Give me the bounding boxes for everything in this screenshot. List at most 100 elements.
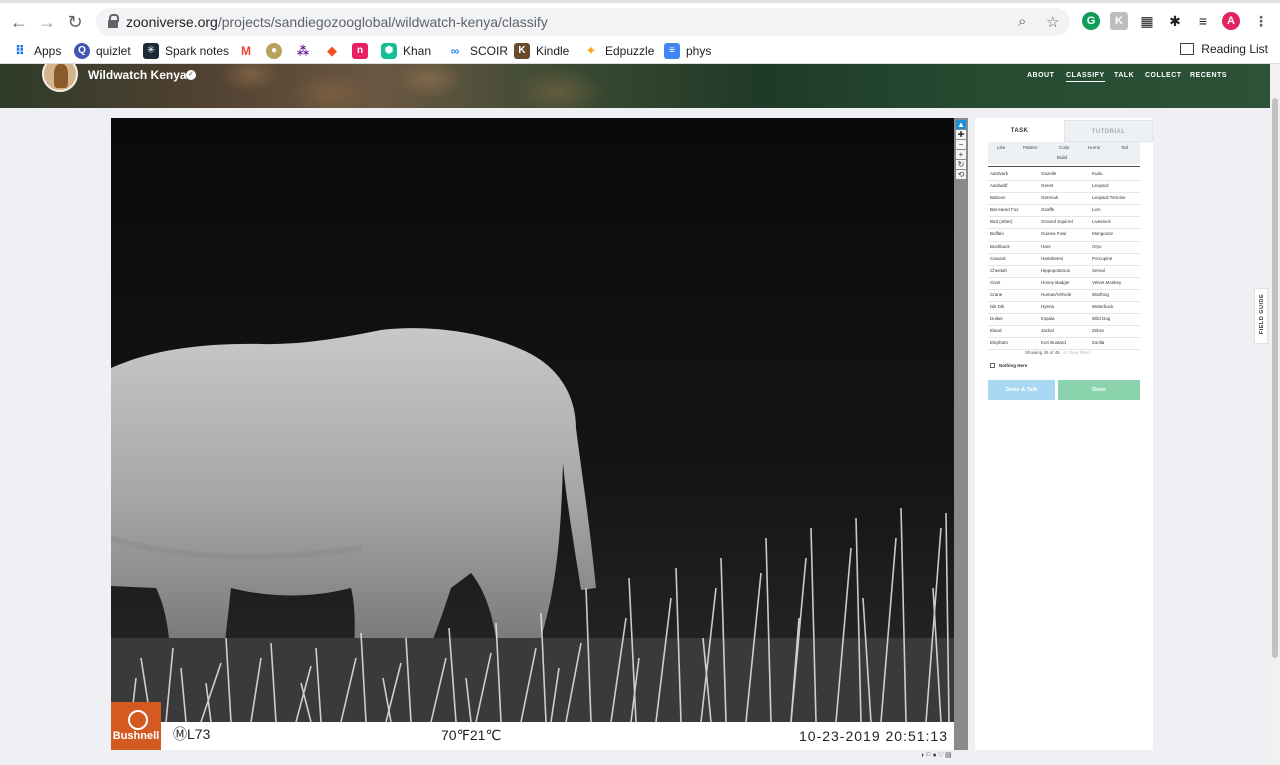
bookmark-phys[interactable]: ≡ phys <box>664 42 711 60</box>
zoom-in-icon[interactable]: + <box>956 150 966 159</box>
bookmark-seal[interactable]: ● <box>266 42 288 60</box>
species-choice[interactable]: Leopard <box>1092 183 1109 188</box>
done-button[interactable]: Done <box>1058 380 1140 400</box>
pointer-tool-icon[interactable]: ▲ <box>956 120 966 129</box>
species-choice[interactable]: Velvet Monkey <box>1092 280 1121 285</box>
species-choice[interactable]: Crane <box>990 292 1002 297</box>
menu-kebab-icon[interactable]: ⋮ <box>1252 12 1270 30</box>
bookmark-edpuzzle[interactable]: ✦ Edpuzzle <box>583 42 654 60</box>
species-choice[interactable]: Human/Vehicle <box>1041 292 1071 297</box>
field-guide-tab[interactable]: FIELD GUIDE <box>1254 288 1268 344</box>
species-choice[interactable]: Dik Dik <box>990 304 1004 309</box>
species-choice[interactable]: Leopard Tortoise <box>1092 195 1125 200</box>
species-choice[interactable]: Civet <box>990 280 1000 285</box>
reset-icon[interactable]: ⟲ <box>956 170 966 179</box>
filter-pattern[interactable]: Pattern <box>1023 145 1038 150</box>
species-choice[interactable]: Mongoose <box>1092 231 1113 236</box>
species-choice[interactable]: Jackal <box>1041 328 1054 333</box>
bookmark-khan[interactable]: ⬢ Khan <box>381 42 431 60</box>
nav-collect[interactable]: COLLECT <box>1145 72 1182 79</box>
extensions-puzzle-icon[interactable]: ✱ <box>1166 12 1184 30</box>
bookmark-star-icon[interactable]: ☆ <box>1046 13 1059 31</box>
bookmark-scoir[interactable]: ∞ SCOIR <box>446 42 508 60</box>
nav-classify[interactable]: CLASSIFY <box>1066 72 1105 82</box>
species-choice[interactable]: Cheetah <box>990 268 1007 273</box>
bookmark-diamond[interactable]: ◆ <box>324 42 346 60</box>
bookmark-dots[interactable]: ⁂ <box>295 42 317 60</box>
species-choice[interactable]: Serval <box>1092 268 1105 273</box>
zoom-icon[interactable]: ⌕ <box>1018 13 1026 30</box>
nav-about[interactable]: ABOUT <box>1027 72 1054 79</box>
reading-list-button[interactable]: Reading List <box>1180 42 1268 56</box>
species-choice[interactable]: Zorilla <box>1092 340 1104 345</box>
bookmark-quizlet[interactable]: Qquizlet <box>74 42 131 60</box>
species-choice[interactable]: Hartebeest <box>1041 256 1063 261</box>
species-choice[interactable]: Bushbuck <box>990 244 1010 249</box>
species-choice[interactable]: Eland <box>990 328 1002 333</box>
species-choice[interactable]: Warthog <box>1092 292 1109 297</box>
species-choice[interactable]: Ground Squirrel <box>1041 219 1073 224</box>
bookmark-gmail[interactable]: M <box>238 42 260 60</box>
species-choice[interactable]: Baboon <box>990 195 1006 200</box>
forward-icon[interactable]: → <box>36 11 58 33</box>
filter-horns[interactable]: Horns <box>1088 145 1100 150</box>
nav-recents[interactable]: RECENTS <box>1190 72 1227 79</box>
filter-tail[interactable]: Tail <box>1121 145 1128 150</box>
address-bar[interactable]: zooniverse.org/projects/sandiegozoogloba… <box>96 8 1070 36</box>
species-choice[interactable]: Aardvark <box>990 171 1008 176</box>
subject-meta-icons[interactable]: ◑⚐●♡▤ <box>920 751 953 759</box>
media-queue-icon[interactable]: ≡ <box>1194 12 1212 30</box>
species-choice[interactable]: Aardwolf <box>990 183 1008 188</box>
species-choice[interactable]: Elephant <box>990 340 1008 345</box>
done-and-talk-button[interactable]: Done & Talk <box>988 380 1055 400</box>
species-choice[interactable]: Bat-eared Fox <box>990 207 1019 212</box>
species-choice[interactable]: Porcupine <box>1092 256 1112 261</box>
species-choice[interactable]: Guinea Fowl <box>1041 231 1066 236</box>
rotate-icon[interactable]: ↻ <box>956 160 966 169</box>
species-choice[interactable]: Bird (other) <box>990 219 1013 224</box>
species-choice[interactable]: Hippopotamus <box>1041 268 1070 273</box>
page-scrollbar[interactable] <box>1270 64 1280 765</box>
bookmark-apps[interactable]: ⠿ Apps <box>12 42 61 60</box>
species-choice[interactable]: Duiker <box>990 316 1003 321</box>
species-choice[interactable]: Waterbuck <box>1092 304 1113 309</box>
nav-talk[interactable]: TALK <box>1114 72 1134 79</box>
species-choice[interactable]: Caracal <box>990 256 1006 261</box>
clear-filters-link[interactable]: ⊘ Clear filters <box>1063 350 1091 355</box>
filter-color[interactable]: Color <box>1059 145 1070 150</box>
scroll-thumb[interactable] <box>1272 98 1278 658</box>
profile-avatar[interactable]: A <box>1222 12 1240 30</box>
bookmark-sparknotes[interactable]: ✳ Spark notes <box>143 42 229 60</box>
species-choice[interactable]: Hare <box>1041 244 1051 249</box>
species-choice[interactable]: Lion <box>1092 207 1101 212</box>
tab-task[interactable]: TASK <box>975 120 1064 142</box>
tab-tutorial[interactable]: TUTORIAL <box>1064 120 1153 142</box>
grammarly-extension-icon[interactable]: G <box>1082 12 1100 30</box>
species-choice[interactable]: Livestock <box>1092 219 1111 224</box>
project-title[interactable]: Wildwatch Kenya <box>88 68 187 82</box>
bookmark-kindle[interactable]: K Kindle <box>514 42 569 60</box>
species-choice[interactable]: Gazelle <box>1041 171 1056 176</box>
translate-extension-icon[interactable]: K <box>1110 12 1128 30</box>
back-icon[interactable]: ← <box>8 11 30 33</box>
species-choice[interactable]: Oryx <box>1092 244 1102 249</box>
species-choice[interactable]: Genet <box>1041 183 1053 188</box>
grid-extension-icon[interactable]: ▦ <box>1138 12 1156 30</box>
species-choice[interactable]: Impala <box>1041 316 1055 321</box>
species-choice[interactable]: Wild Dog <box>1092 316 1110 321</box>
subject-image[interactable]: ⓂL73 70℉21℃ 10-23-2019 20:51:13 Bushnell <box>111 118 954 750</box>
species-choice[interactable]: Buffalo <box>990 231 1004 236</box>
species-choice[interactable]: Gerenuk <box>1041 195 1058 200</box>
filter-build[interactable]: Build <box>1057 155 1067 160</box>
species-choice[interactable]: Hyena <box>1041 304 1054 309</box>
filter-like[interactable]: Like <box>997 145 1005 150</box>
species-choice[interactable]: Honey Badger <box>1041 280 1070 285</box>
species-choice[interactable]: Giraffe <box>1041 207 1054 212</box>
bookmark-n[interactable]: n <box>352 42 374 60</box>
url-text[interactable]: zooniverse.org/projects/sandiegozoogloba… <box>126 14 548 30</box>
nothing-here-checkbox[interactable]: Nothing Here <box>990 363 1027 368</box>
species-choice[interactable]: Kori Bustard <box>1041 340 1066 345</box>
reload-icon[interactable]: ↻ <box>64 11 86 33</box>
species-choice[interactable]: Kudu <box>1092 171 1103 176</box>
species-choice[interactable]: Zebra <box>1092 328 1104 333</box>
